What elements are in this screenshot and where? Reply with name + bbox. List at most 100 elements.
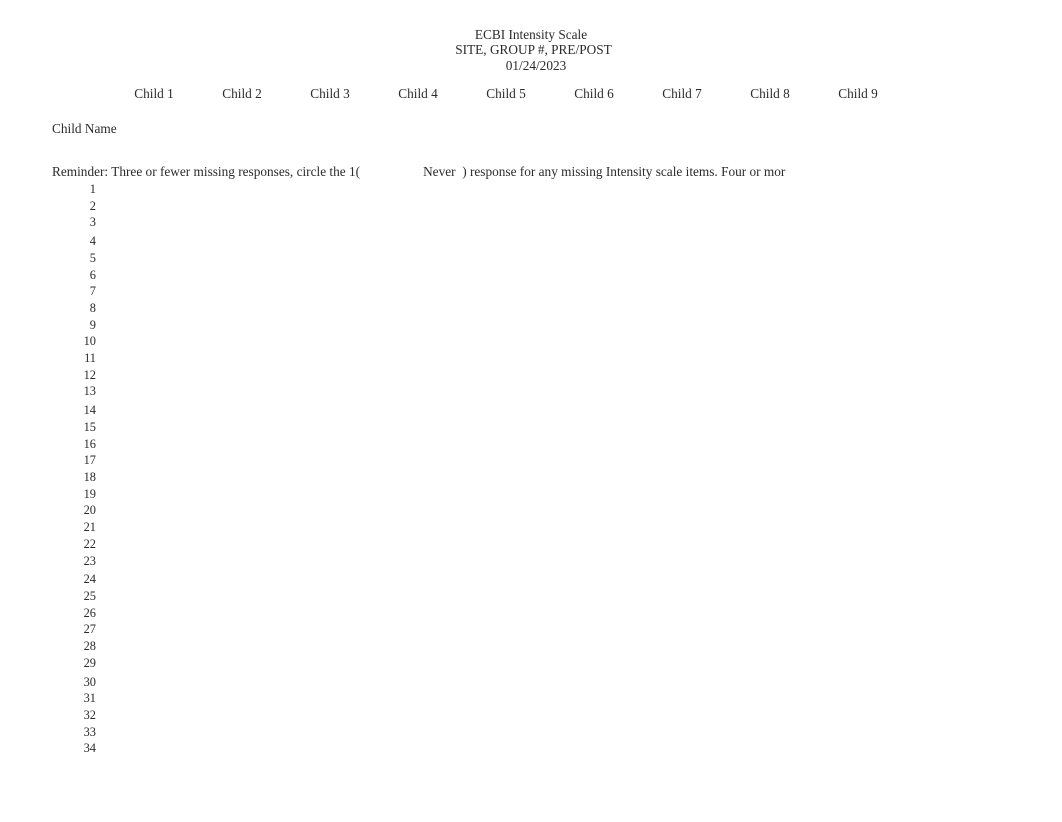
- response-cell[interactable]: [814, 571, 902, 588]
- response-cell[interactable]: [110, 690, 198, 707]
- response-cell[interactable]: [462, 267, 550, 284]
- response-cell[interactable]: [638, 317, 726, 334]
- response-cell[interactable]: [286, 214, 374, 231]
- response-cell[interactable]: [462, 300, 550, 317]
- response-cell[interactable]: [374, 402, 462, 419]
- response-cell[interactable]: [374, 300, 462, 317]
- response-cell[interactable]: [286, 553, 374, 570]
- response-cell[interactable]: [198, 655, 286, 672]
- response-cell[interactable]: [814, 486, 902, 503]
- response-cell[interactable]: [374, 283, 462, 300]
- response-cell[interactable]: [286, 605, 374, 622]
- response-cell[interactable]: [726, 300, 814, 317]
- response-cell[interactable]: [814, 674, 902, 691]
- response-cell[interactable]: [374, 419, 462, 436]
- response-cell[interactable]: [550, 571, 638, 588]
- response-cell[interactable]: [198, 553, 286, 570]
- response-cell[interactable]: [286, 707, 374, 724]
- response-cell[interactable]: [198, 198, 286, 215]
- response-cell[interactable]: [286, 724, 374, 741]
- response-cell[interactable]: [814, 419, 902, 436]
- response-cell[interactable]: [198, 383, 286, 400]
- response-cell[interactable]: [286, 317, 374, 334]
- response-cell[interactable]: [726, 621, 814, 638]
- response-cell[interactable]: [374, 333, 462, 350]
- response-cell[interactable]: [286, 198, 374, 215]
- column-header-child-5[interactable]: Child 5: [462, 86, 550, 102]
- response-cell[interactable]: [638, 588, 726, 605]
- response-cell[interactable]: [814, 452, 902, 469]
- response-cell[interactable]: [638, 655, 726, 672]
- response-cell[interactable]: [814, 638, 902, 655]
- response-cell[interactable]: [462, 536, 550, 553]
- response-cell[interactable]: [198, 367, 286, 384]
- response-cell[interactable]: [726, 436, 814, 453]
- response-cell[interactable]: [550, 655, 638, 672]
- response-cell[interactable]: [726, 283, 814, 300]
- response-cell[interactable]: [638, 621, 726, 638]
- response-cell[interactable]: [286, 655, 374, 672]
- response-cell[interactable]: [550, 621, 638, 638]
- response-cell[interactable]: [374, 553, 462, 570]
- response-cell[interactable]: [286, 502, 374, 519]
- response-cell[interactable]: [110, 553, 198, 570]
- response-cell[interactable]: [286, 419, 374, 436]
- response-cell[interactable]: [374, 436, 462, 453]
- response-cell[interactable]: [550, 419, 638, 436]
- response-cell[interactable]: [550, 724, 638, 741]
- response-cell[interactable]: [374, 250, 462, 267]
- response-cell[interactable]: [374, 383, 462, 400]
- response-cell[interactable]: [462, 419, 550, 436]
- response-cell[interactable]: [110, 588, 198, 605]
- response-cell[interactable]: [462, 571, 550, 588]
- response-cell[interactable]: [110, 383, 198, 400]
- response-cell[interactable]: [726, 519, 814, 536]
- response-cell[interactable]: [814, 588, 902, 605]
- response-cell[interactable]: [286, 571, 374, 588]
- response-cell[interactable]: [198, 707, 286, 724]
- response-cell[interactable]: [374, 655, 462, 672]
- response-cell[interactable]: [286, 350, 374, 367]
- response-cell[interactable]: [374, 588, 462, 605]
- response-cell[interactable]: [110, 674, 198, 691]
- response-cell[interactable]: [110, 486, 198, 503]
- response-cell[interactable]: [726, 367, 814, 384]
- response-cell[interactable]: [814, 605, 902, 622]
- response-cell[interactable]: [638, 638, 726, 655]
- response-cell[interactable]: [110, 317, 198, 334]
- response-cell[interactable]: [726, 250, 814, 267]
- response-cell[interactable]: [374, 469, 462, 486]
- response-cell[interactable]: [198, 402, 286, 419]
- response-cell[interactable]: [814, 283, 902, 300]
- response-cell[interactable]: [374, 350, 462, 367]
- response-cell[interactable]: [814, 724, 902, 741]
- response-cell[interactable]: [814, 469, 902, 486]
- response-cell[interactable]: [638, 419, 726, 436]
- response-cell[interactable]: [198, 486, 286, 503]
- response-cell[interactable]: [638, 350, 726, 367]
- response-cell[interactable]: [286, 383, 374, 400]
- response-cell[interactable]: [198, 740, 286, 757]
- response-cell[interactable]: [374, 181, 462, 198]
- response-cell[interactable]: [110, 333, 198, 350]
- response-cell[interactable]: [638, 367, 726, 384]
- response-cell[interactable]: [286, 536, 374, 553]
- response-cell[interactable]: [198, 350, 286, 367]
- response-cell[interactable]: [374, 486, 462, 503]
- response-cell[interactable]: [726, 724, 814, 741]
- response-cell[interactable]: [110, 250, 198, 267]
- column-header-child-1[interactable]: Child 1: [110, 86, 198, 102]
- response-cell[interactable]: [374, 571, 462, 588]
- response-cell[interactable]: [638, 707, 726, 724]
- response-cell[interactable]: [374, 674, 462, 691]
- response-cell[interactable]: [286, 181, 374, 198]
- response-cell[interactable]: [198, 214, 286, 231]
- response-cell[interactable]: [638, 452, 726, 469]
- response-cell[interactable]: [198, 571, 286, 588]
- response-cell[interactable]: [814, 553, 902, 570]
- response-cell[interactable]: [550, 300, 638, 317]
- response-cell[interactable]: [638, 267, 726, 284]
- response-cell[interactable]: [374, 621, 462, 638]
- response-cell[interactable]: [374, 233, 462, 250]
- response-cell[interactable]: [198, 181, 286, 198]
